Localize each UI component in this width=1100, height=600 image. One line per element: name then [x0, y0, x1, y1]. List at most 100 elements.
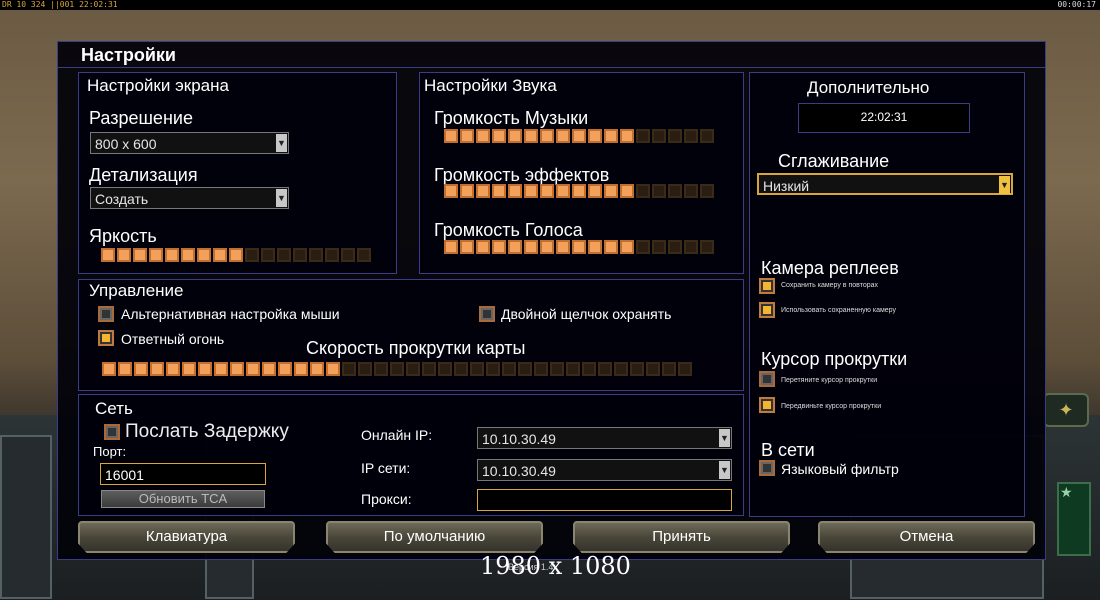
- double-click-checkbox[interactable]: [479, 306, 495, 322]
- slider-segment[interactable]: [460, 240, 474, 254]
- cancel-button[interactable]: Отмена: [818, 521, 1035, 553]
- music-volume-slider[interactable]: [444, 129, 716, 143]
- slider-segment[interactable]: [668, 184, 682, 198]
- chevron-down-icon[interactable]: ▼: [999, 176, 1010, 194]
- slider-segment[interactable]: [684, 240, 698, 254]
- slider-segment[interactable]: [540, 129, 554, 143]
- slider-segment[interactable]: [700, 184, 714, 198]
- slider-segment[interactable]: [534, 362, 548, 376]
- lan-ip-dropdown[interactable]: 10.10.30.49 ▼: [477, 459, 732, 481]
- slider-segment[interactable]: [636, 129, 650, 143]
- resolution-dropdown[interactable]: 800 x 600 ▼: [90, 132, 289, 154]
- slider-segment[interactable]: [358, 362, 372, 376]
- slider-segment[interactable]: [508, 129, 522, 143]
- slider-segment[interactable]: [326, 362, 340, 376]
- slider-segment[interactable]: [492, 184, 506, 198]
- slider-segment[interactable]: [117, 248, 131, 262]
- slider-segment[interactable]: [620, 129, 634, 143]
- slider-segment[interactable]: [588, 184, 602, 198]
- slider-segment[interactable]: [470, 362, 484, 376]
- defaults-button[interactable]: По умолчанию: [326, 521, 543, 553]
- accept-button[interactable]: Принять: [573, 521, 790, 553]
- slider-segment[interactable]: [700, 240, 714, 254]
- slider-segment[interactable]: [261, 248, 275, 262]
- slider-segment[interactable]: [668, 240, 682, 254]
- slider-segment[interactable]: [588, 240, 602, 254]
- slider-segment[interactable]: [492, 240, 506, 254]
- keyboard-button[interactable]: Клавиатура: [78, 521, 295, 553]
- port-input[interactable]: 16001: [100, 463, 266, 485]
- send-delay-checkbox[interactable]: [104, 424, 120, 440]
- slider-segment[interactable]: [476, 240, 490, 254]
- save-camera-checkbox[interactable]: [759, 278, 775, 294]
- slider-segment[interactable]: [620, 184, 634, 198]
- slider-segment[interactable]: [508, 240, 522, 254]
- slider-segment[interactable]: [342, 362, 356, 376]
- slider-segment[interactable]: [406, 362, 420, 376]
- online-ip-dropdown[interactable]: 10.10.30.49 ▼: [477, 427, 732, 449]
- slider-segment[interactable]: [588, 129, 602, 143]
- slider-segment[interactable]: [460, 184, 474, 198]
- slider-segment[interactable]: [572, 129, 586, 143]
- slider-segment[interactable]: [294, 362, 308, 376]
- slider-segment[interactable]: [341, 248, 355, 262]
- slider-segment[interactable]: [422, 362, 436, 376]
- slider-segment[interactable]: [182, 362, 196, 376]
- update-tca-button[interactable]: Обновить TCA: [101, 490, 265, 508]
- slider-segment[interactable]: [197, 248, 211, 262]
- slider-segment[interactable]: [630, 362, 644, 376]
- slider-segment[interactable]: [524, 129, 538, 143]
- slider-segment[interactable]: [309, 248, 323, 262]
- slider-segment[interactable]: [374, 362, 388, 376]
- drag-cursor-checkbox[interactable]: [759, 371, 775, 387]
- slider-segment[interactable]: [213, 248, 227, 262]
- slider-segment[interactable]: [486, 362, 500, 376]
- slider-segment[interactable]: [652, 184, 666, 198]
- scroll-speed-slider[interactable]: [102, 362, 694, 376]
- slider-segment[interactable]: [357, 248, 371, 262]
- slider-segment[interactable]: [181, 248, 195, 262]
- chevron-down-icon[interactable]: ▼: [719, 429, 730, 447]
- slider-segment[interactable]: [460, 129, 474, 143]
- slider-segment[interactable]: [214, 362, 228, 376]
- alt-mouse-checkbox[interactable]: [98, 306, 114, 322]
- return-fire-checkbox[interactable]: [98, 330, 114, 346]
- detail-dropdown[interactable]: Создать ▼: [90, 187, 289, 209]
- slider-segment[interactable]: [454, 362, 468, 376]
- slider-segment[interactable]: [508, 184, 522, 198]
- slider-segment[interactable]: [166, 362, 180, 376]
- slider-segment[interactable]: [662, 362, 676, 376]
- slider-segment[interactable]: [149, 248, 163, 262]
- slider-segment[interactable]: [277, 248, 291, 262]
- slider-segment[interactable]: [118, 362, 132, 376]
- slider-segment[interactable]: [102, 362, 116, 376]
- slider-segment[interactable]: [101, 248, 115, 262]
- slider-segment[interactable]: [278, 362, 292, 376]
- slider-segment[interactable]: [652, 129, 666, 143]
- use-saved-camera-checkbox[interactable]: [759, 302, 775, 318]
- slider-segment[interactable]: [198, 362, 212, 376]
- slider-segment[interactable]: [230, 362, 244, 376]
- slider-segment[interactable]: [604, 184, 618, 198]
- chevron-down-icon[interactable]: ▼: [719, 461, 730, 479]
- slider-segment[interactable]: [476, 129, 490, 143]
- brightness-slider[interactable]: [101, 248, 373, 262]
- slider-segment[interactable]: [604, 129, 618, 143]
- slider-segment[interactable]: [518, 362, 532, 376]
- slider-segment[interactable]: [652, 240, 666, 254]
- slider-segment[interactable]: [134, 362, 148, 376]
- slider-segment[interactable]: [262, 362, 276, 376]
- effects-volume-slider[interactable]: [444, 184, 716, 198]
- slider-segment[interactable]: [502, 362, 516, 376]
- slider-segment[interactable]: [476, 184, 490, 198]
- slider-segment[interactable]: [540, 184, 554, 198]
- chevron-down-icon[interactable]: ▼: [276, 189, 287, 207]
- chevron-down-icon[interactable]: ▼: [276, 134, 287, 152]
- voice-volume-slider[interactable]: [444, 240, 716, 254]
- slider-segment[interactable]: [524, 240, 538, 254]
- slider-segment[interactable]: [684, 129, 698, 143]
- slider-segment[interactable]: [556, 184, 570, 198]
- slider-segment[interactable]: [540, 240, 554, 254]
- slider-segment[interactable]: [390, 362, 404, 376]
- slider-segment[interactable]: [444, 184, 458, 198]
